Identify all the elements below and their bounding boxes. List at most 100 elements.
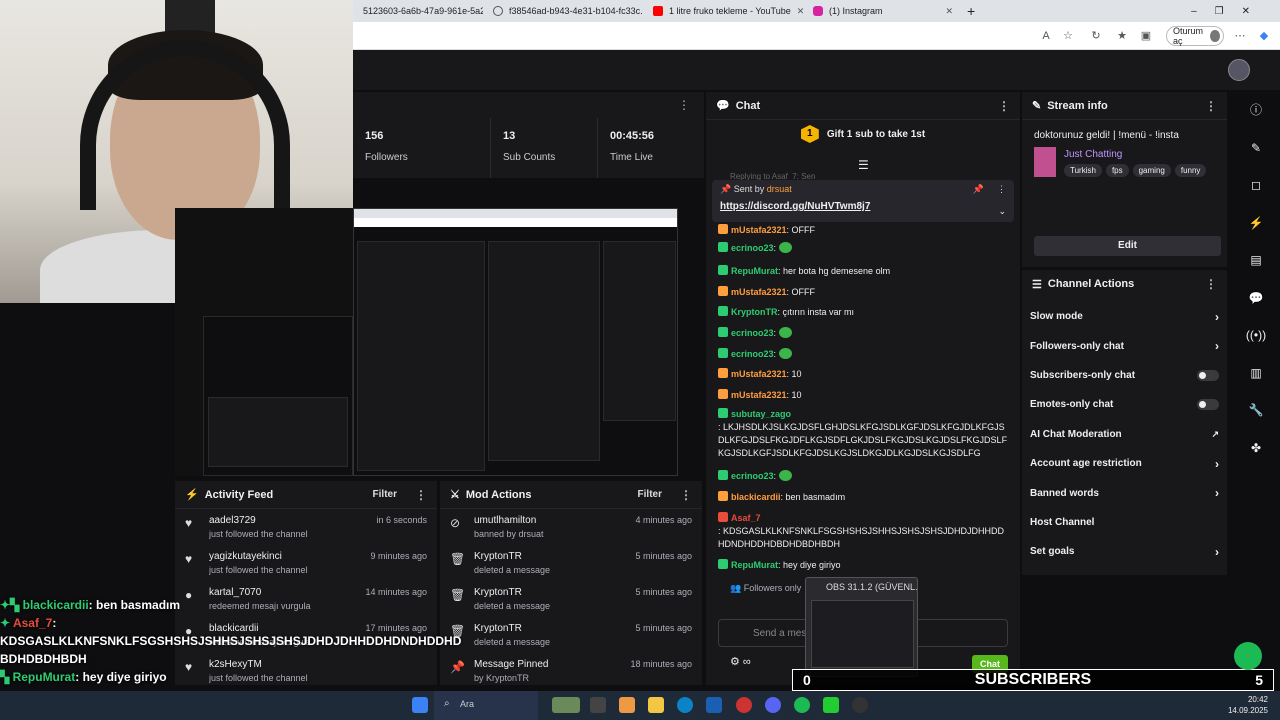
chat-username[interactable]: ecrinoo23 — [731, 243, 774, 253]
browser-tab-youtube[interactable]: 1 litre fruko tekleme - YouTube ✕ — [643, 0, 803, 22]
chat-username[interactable]: mUstafa2321 — [731, 287, 787, 297]
category-name[interactable]: Just Chatting — [1064, 149, 1206, 160]
feed-username[interactable]: umutlhamilton — [474, 515, 625, 526]
chevron-down-icon[interactable]: ⌄ — [998, 206, 1006, 217]
action-subscribers-only: Subscribers-only chat — [1022, 361, 1227, 390]
taskbar-clock[interactable]: 20:42 14.09.2025 — [1228, 694, 1268, 716]
screen-icon[interactable]: ◻ — [1241, 167, 1271, 205]
server-icon[interactable]: ▥ — [1241, 355, 1271, 393]
chat-icon[interactable]: 💬 — [1241, 280, 1271, 318]
action-followers-only[interactable]: Followers-only chat › — [1022, 331, 1227, 360]
tag[interactable]: fps — [1105, 164, 1129, 177]
chat-text: : hey diye giriyo — [778, 560, 841, 570]
collections-icon[interactable]: ▣ — [1139, 29, 1153, 43]
chat-username[interactable]: RepuMurat — [731, 266, 778, 276]
user-avatar[interactable] — [1228, 59, 1250, 81]
kick-icon[interactable] — [823, 697, 839, 713]
feed-username[interactable]: aadel3729 — [209, 515, 366, 526]
start-icon[interactable] — [412, 697, 428, 713]
chat-username[interactable]: ecrinoo23 — [731, 471, 774, 481]
filter-button[interactable]: Filter — [373, 489, 397, 500]
pin-icon[interactable]: 📌 — [973, 184, 984, 195]
favorite-star-icon[interactable]: ☆ — [1061, 29, 1075, 43]
more-vertical-icon[interactable]: ⋮ — [998, 99, 1010, 113]
subscribers-only-toggle[interactable] — [1197, 369, 1219, 381]
chat-username[interactable]: ecrinoo23 — [731, 349, 774, 359]
tag[interactable]: funny — [1174, 164, 1207, 177]
read-aloud-icon[interactable]: A — [1039, 29, 1053, 43]
more-icon[interactable]: ⋯ — [1233, 29, 1247, 43]
wrench-icon[interactable]: 🔧 — [1241, 392, 1271, 430]
spotify-icon[interactable] — [794, 697, 810, 713]
browser-tab-2[interactable]: f38546ad-b943-4e31-b104-fc33c...✕ — [483, 0, 643, 22]
feed-username[interactable]: KryptonTR — [474, 551, 625, 562]
action-set-goals[interactable]: Set goals › — [1022, 537, 1227, 566]
new-tab-icon[interactable]: + — [967, 3, 975, 19]
action-account-age[interactable]: Account age restriction › — [1022, 449, 1227, 478]
app-icon[interactable] — [552, 697, 580, 713]
window-controls[interactable]: –❐✕ — [1191, 6, 1268, 17]
pencil-icon[interactable]: ✎ — [1241, 130, 1271, 168]
followers-only-label: 👥 Followers only — [730, 583, 802, 593]
chat-username[interactable]: KryptonTR — [731, 307, 778, 317]
more-vertical-icon[interactable]: ⋮ — [997, 184, 1006, 195]
chat-username[interactable]: blackicardii — [731, 492, 781, 502]
edge-icon[interactable] — [677, 697, 693, 713]
store-icon[interactable] — [706, 697, 722, 713]
chat-username[interactable]: RepuMurat — [731, 560, 778, 570]
close-icon[interactable]: ✕ — [945, 6, 953, 17]
chat-username[interactable]: Asaf_7 — [731, 513, 761, 523]
preview-chat-panel — [488, 241, 600, 461]
broadcast-icon[interactable]: ((•)) — [1241, 317, 1271, 355]
pinned-username[interactable]: drsuat — [767, 184, 792, 194]
discord-icon[interactable] — [765, 697, 781, 713]
feed-username[interactable]: kartal_7070 — [209, 587, 355, 598]
copilot-icon[interactable]: ◆ — [1257, 29, 1271, 43]
chat-username[interactable]: mUstafa2321 — [731, 369, 787, 379]
action-ai-moderation[interactable]: AI Chat Moderation ↗ — [1022, 420, 1227, 449]
chat-username[interactable]: mUstafa2321 — [731, 225, 787, 235]
tag[interactable]: gaming — [1132, 164, 1171, 177]
pinned-message[interactable]: 📌 Sent by drsuat 📌 ⋮ https://discord.gg/Nu… — [712, 180, 1014, 222]
folder-icon[interactable] — [648, 697, 664, 713]
bolt-icon[interactable]: ⚡ — [1241, 205, 1271, 243]
emotes-only-toggle[interactable] — [1197, 399, 1219, 411]
more-vertical-icon[interactable]: ⋮ — [415, 488, 427, 502]
more-vertical-icon[interactable]: ⋮ — [680, 488, 692, 502]
tag[interactable]: Turkish — [1064, 164, 1102, 177]
stream-preview[interactable] — [175, 208, 678, 476]
action-label: Host Channel — [1030, 516, 1095, 528]
document-icon[interactable]: ▤ — [1241, 242, 1271, 280]
kick-fab-icon[interactable] — [1234, 642, 1262, 670]
obs-taskbar-preview[interactable]: OBS 31.1.2 (GÜVENL... — [805, 577, 918, 677]
feed-username[interactable]: KryptonTR — [474, 587, 625, 598]
action-host-channel[interactable]: Host Channel — [1022, 508, 1227, 537]
yandex-icon[interactable] — [736, 697, 752, 713]
edit-button[interactable]: Edit — [1034, 236, 1221, 256]
chat-username[interactable]: subutay_zago — [731, 409, 791, 419]
taskview-icon[interactable] — [590, 697, 606, 713]
settings-icon[interactable]: ⚙ ∞ — [730, 655, 751, 668]
chat-username[interactable]: ecrinoo23 — [731, 328, 774, 338]
obs-icon[interactable] — [852, 697, 868, 713]
action-slow-mode[interactable]: Slow mode › — [1022, 302, 1227, 331]
more-vertical-icon[interactable]: ⋮ — [1205, 99, 1217, 113]
favorites-icon[interactable]: ★ — [1115, 29, 1129, 43]
collapse-icon[interactable]: ☰ — [858, 158, 869, 172]
filter-button[interactable]: Filter — [638, 489, 662, 500]
chat-username[interactable]: mUstafa2321 — [731, 390, 787, 400]
browser-tab-instagram[interactable]: (1) Instagram ✕ — [803, 0, 963, 22]
feed-username[interactable]: yagizkutayekinci — [209, 551, 360, 562]
more-vertical-icon[interactable]: ⋮ — [1205, 277, 1217, 291]
refresh-icon[interactable]: ↻ — [1089, 29, 1103, 43]
signin-button[interactable]: Oturum aç — [1166, 26, 1224, 46]
puzzle-icon[interactable]: ✤ — [1241, 430, 1271, 468]
gift-sub-bar[interactable]: 1 Gift 1 sub to take 1st — [706, 120, 1020, 148]
pinned-link[interactable]: https://discord.gg/NuHVTwm8j7 — [720, 201, 1006, 212]
browser-tab-1[interactable]: 5123603-6a6b-47a9-961e-5a2...✕ — [353, 0, 483, 22]
more-vertical-icon[interactable]: ⋮ — [678, 98, 690, 112]
copilot-icon[interactable] — [619, 697, 635, 713]
feed-desc: deleted a message — [474, 565, 551, 575]
action-banned-words[interactable]: Banned words › — [1022, 478, 1227, 507]
info-icon[interactable]: ⓘ — [1241, 92, 1271, 130]
